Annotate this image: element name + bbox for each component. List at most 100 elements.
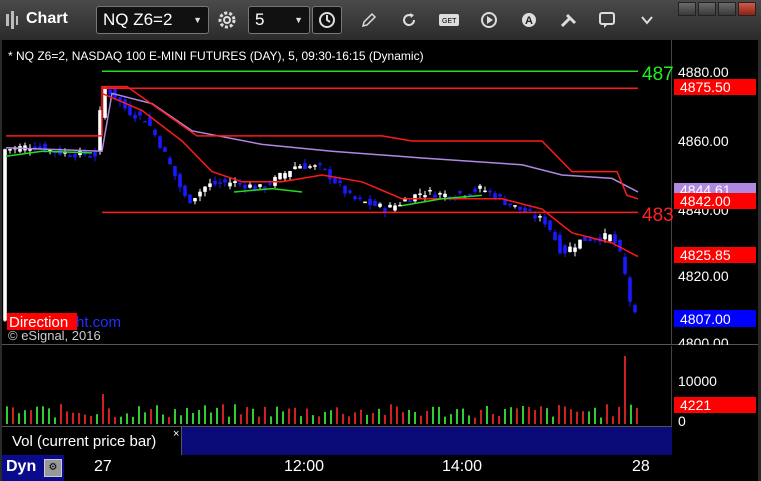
candle [283, 173, 287, 179]
volume-bar [312, 415, 314, 424]
volume-study-label: Vol (current price bar) [12, 433, 157, 450]
volume-bar [558, 405, 560, 424]
volume-bar [60, 404, 62, 424]
volume-bar [6, 406, 8, 424]
candle [333, 177, 337, 184]
candle [498, 194, 502, 197]
candle [268, 183, 272, 185]
pencil-icon[interactable] [354, 6, 384, 34]
settings-icon[interactable]: ⚙ [44, 459, 62, 477]
interval-input[interactable]: 5 ▼ [248, 6, 310, 34]
volume-bar [438, 406, 440, 424]
volume-bar [504, 409, 506, 424]
candle [538, 216, 542, 218]
volume-bar [474, 417, 476, 424]
price-tick: 4820.00 [678, 268, 729, 284]
candle [408, 200, 412, 203]
candle [388, 204, 392, 208]
volume-tick: 0 [678, 413, 686, 426]
chevron-down-icon[interactable]: ▼ [294, 15, 303, 25]
volume-bar [156, 405, 158, 424]
candle [628, 277, 632, 302]
play-icon[interactable] [474, 6, 504, 34]
candle [343, 185, 347, 194]
candle [428, 189, 432, 192]
volume-bar [108, 408, 110, 424]
alert-icon[interactable]: A [514, 6, 544, 34]
candle [588, 238, 592, 242]
candle [88, 156, 92, 158]
volume-bar [264, 406, 266, 424]
volume-bar [72, 412, 74, 424]
volume-bar [258, 416, 260, 424]
volume-tag-last: 4221 [680, 397, 711, 413]
candle [223, 179, 227, 183]
close-icon[interactable]: × [173, 428, 179, 440]
pin-icon[interactable] [678, 2, 696, 16]
volume-bar [336, 407, 338, 424]
volume-bar [612, 416, 614, 424]
candle [238, 182, 242, 185]
candle [168, 157, 172, 165]
comment-icon[interactable] [592, 6, 622, 34]
settings-gear-icon[interactable] [212, 6, 242, 34]
chevron-down-icon[interactable] [632, 6, 662, 34]
candle [513, 205, 517, 207]
volume-bar [276, 406, 278, 424]
volume-bar [234, 404, 236, 424]
volume-bar [222, 404, 224, 424]
volume-bar [90, 415, 92, 424]
candle [373, 200, 377, 206]
volume-bar [636, 408, 638, 424]
volume-bar [228, 416, 230, 424]
volume-bar [462, 408, 464, 424]
volume-bar [300, 416, 302, 424]
volume-bar [402, 412, 404, 424]
candle [508, 203, 512, 206]
get-data-icon[interactable]: GET [434, 6, 464, 34]
candle [378, 203, 382, 207]
symbol-input[interactable]: NQ Z6=2 ▼ [96, 6, 209, 34]
price-tag-upper: 4875.50 [680, 79, 731, 95]
volume-bar [564, 406, 566, 424]
volume-bar [594, 407, 596, 424]
candle [573, 247, 577, 252]
volume-bar [588, 411, 590, 424]
clock-icon[interactable] [312, 6, 342, 34]
titlebar: Chart NQ Z6=2 ▼ 5 ▼ GET A [0, 0, 761, 41]
minimize-icon[interactable] [698, 2, 716, 16]
price-tag-last: 4807.00 [680, 311, 731, 327]
candle [423, 195, 427, 198]
candle [143, 120, 147, 123]
volume-bar [540, 406, 542, 424]
candle [548, 220, 552, 231]
volume-bar [570, 409, 572, 424]
right-edge-green: 487 [642, 64, 674, 85]
volume-bar [408, 409, 410, 424]
candle [203, 186, 207, 192]
volume-bar [372, 413, 374, 424]
link-icon[interactable] [554, 6, 584, 34]
candle [233, 181, 237, 183]
volume-bar [210, 412, 212, 424]
volume-bar [456, 409, 458, 424]
close-icon[interactable] [738, 2, 756, 16]
candle [578, 239, 582, 249]
volume-bar [192, 413, 194, 424]
volume-bar [618, 406, 620, 424]
dynamic-button[interactable]: Dyn ⚙ [2, 455, 64, 481]
price-chart[interactable]: * NQ Z6=2, NASDAQ 100 E-MINI FUTURES (DA… [2, 40, 758, 345]
candle [183, 185, 187, 197]
volume-chart[interactable]: 10000 0 4221 [2, 346, 758, 426]
volume-study-tab[interactable]: Vol (current price bar) [2, 427, 182, 455]
candle [208, 183, 212, 187]
candle [583, 236, 587, 242]
volume-bar [390, 404, 392, 424]
price-tick: 4880.00 [678, 64, 729, 80]
chevron-down-icon[interactable]: ▼ [193, 15, 202, 25]
refresh-icon[interactable] [394, 6, 424, 34]
volume-bar [168, 417, 170, 424]
volume-bar [330, 410, 332, 424]
maximize-icon[interactable] [718, 2, 736, 16]
volume-bar [432, 406, 434, 424]
